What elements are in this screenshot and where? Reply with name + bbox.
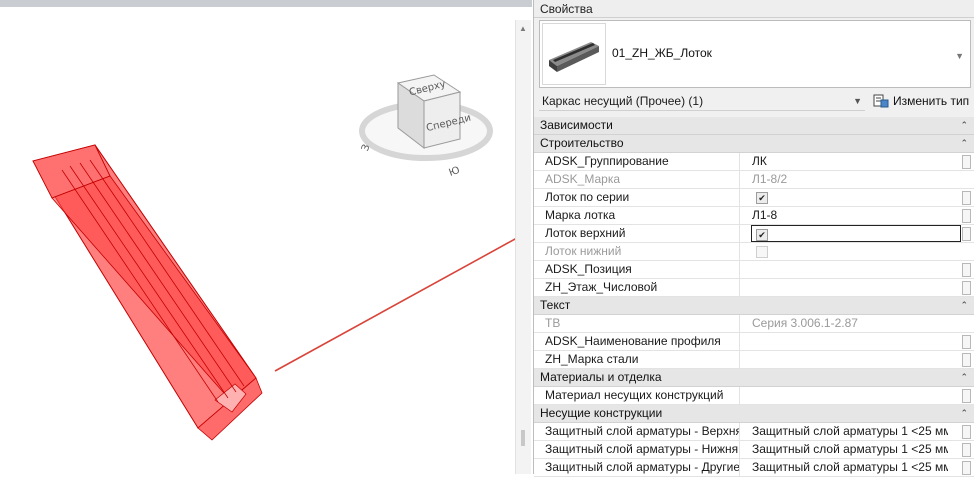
property-value[interactable]: [752, 261, 948, 278]
property-row[interactable]: ZH_Марка стали: [534, 351, 974, 369]
collapse-icon[interactable]: ⌃: [960, 117, 968, 134]
edit-type-label: Изменить тип: [893, 94, 970, 108]
collapse-icon[interactable]: ⌃: [960, 369, 968, 386]
associate-parameter-button[interactable]: [962, 389, 971, 403]
property-row[interactable]: ADSK_Группирование ЛК: [534, 153, 974, 171]
property-name: Защитный слой арматуры - Другие...: [534, 459, 740, 476]
category-label: Строительство: [540, 136, 624, 150]
checkbox-checked[interactable]: ✔: [756, 192, 768, 204]
property-value[interactable]: Л1-8: [752, 207, 948, 224]
property-row[interactable]: ТВ Серия 3.006.1-2.87: [534, 315, 974, 333]
category-label: Текст: [540, 298, 571, 312]
property-category[interactable]: Материалы и отделка ⌃: [534, 369, 974, 387]
property-name: ADSK_Наименование профиля: [534, 333, 740, 350]
associate-parameter-button[interactable]: [962, 461, 971, 475]
property-name: Защитный слой арматуры - Нижня...: [534, 441, 740, 458]
property-name: ADSK_Группирование: [534, 153, 740, 170]
view-cube[interactable]: Сверху Спереди З Ю: [359, 74, 493, 179]
associate-parameter-button[interactable]: [962, 443, 971, 457]
type-thumbnail: [542, 23, 606, 85]
scroll-grip[interactable]: [521, 430, 525, 446]
properties-title: Свойства: [534, 0, 974, 18]
property-name: ADSK_Марка: [534, 171, 740, 188]
checkbox-unchecked: [756, 246, 768, 258]
property-value[interactable]: ✔: [752, 189, 948, 206]
property-row[interactable]: Лоток верхний ✔: [534, 225, 974, 243]
associate-parameter-button[interactable]: [962, 263, 971, 277]
property-value[interactable]: ✔: [751, 225, 961, 242]
property-row[interactable]: Лоток нижний: [534, 243, 974, 261]
type-selector[interactable]: 01_ZH_ЖБ_Лоток ▼: [539, 20, 971, 88]
property-row[interactable]: ADSK_Наименование профиля: [534, 333, 974, 351]
property-row[interactable]: ADSK_Марка Л1-8/2: [534, 171, 974, 189]
property-value: [752, 243, 948, 260]
collapse-icon[interactable]: ⌃: [960, 135, 968, 152]
property-value[interactable]: Защитный слой арматуры 1 <25 мм>: [752, 459, 948, 476]
property-name: ZH_Этаж_Числовой: [534, 279, 740, 296]
scroll-up-icon[interactable]: ▲: [519, 24, 527, 33]
property-grid: Зависимости ⌃ Строительство ⌃ ADSK_Группиров…: [534, 117, 974, 477]
collapse-icon[interactable]: ⌃: [960, 405, 968, 422]
property-category[interactable]: Зависимости ⌃: [534, 117, 974, 135]
property-value[interactable]: ЛК: [752, 153, 948, 170]
associate-parameter-button[interactable]: [962, 191, 971, 205]
annotation-arrow: [274, 238, 515, 372]
checkbox-checked[interactable]: ✔: [756, 229, 768, 241]
category-label: Материалы и отделка: [540, 370, 662, 384]
property-row[interactable]: ZH_Этаж_Числовой: [534, 279, 974, 297]
property-row[interactable]: Защитный слой арматуры - Верхня... Защитн…: [534, 423, 974, 441]
category-label: Несущие конструкции: [540, 406, 663, 420]
associate-parameter-button[interactable]: [962, 425, 971, 439]
property-row[interactable]: Защитный слой арматуры - Другие... Защитн…: [534, 459, 974, 477]
edit-type-icon: [873, 94, 889, 108]
property-value[interactable]: Защитный слой арматуры 1 <25 мм>: [752, 423, 948, 440]
selected-tray-element[interactable]: [32, 144, 263, 441]
associate-parameter-button[interactable]: [962, 227, 971, 241]
property-name: Марка лотка: [534, 207, 740, 224]
property-name: Лоток по серии: [534, 189, 740, 206]
category-label: Зависимости: [540, 118, 613, 132]
associate-parameter-button[interactable]: [962, 281, 971, 295]
property-name: ТВ: [534, 315, 740, 332]
viewport-scrollbar[interactable]: ▲: [515, 20, 531, 474]
associate-parameter-button[interactable]: [962, 155, 971, 169]
property-row[interactable]: Материал несущих конструкций: [534, 387, 974, 405]
property-value: Серия 3.006.1-2.87: [752, 316, 858, 330]
property-name: ADSK_Позиция: [534, 261, 740, 278]
property-name: ZH_Марка стали: [534, 351, 740, 368]
property-value[interactable]: [752, 333, 948, 350]
property-row[interactable]: ADSK_Позиция: [534, 261, 974, 279]
associate-parameter-button[interactable]: [962, 353, 971, 367]
property-category[interactable]: Текст ⌃: [534, 297, 974, 315]
compass-south-label: Ю: [448, 165, 462, 179]
chevron-down-icon[interactable]: ▼: [853, 91, 862, 111]
instance-filter-dropdown[interactable]: Каркас несущий (Прочее) (1) ▼: [539, 91, 865, 111]
property-name: Материал несущих конструкций: [534, 387, 740, 404]
property-value[interactable]: [752, 387, 948, 404]
property-value[interactable]: Защитный слой арматуры 1 <25 мм>: [752, 441, 948, 458]
property-row[interactable]: Защитный слой арматуры - Нижня... Защитны…: [534, 441, 974, 459]
property-category[interactable]: Строительство ⌃: [534, 135, 974, 153]
property-name: Защитный слой арматуры - Верхня...: [534, 423, 740, 440]
collapse-icon[interactable]: ⌃: [960, 297, 968, 314]
instance-filter-row: Каркас несущий (Прочее) (1) ▼ Изменить т…: [539, 91, 971, 111]
property-row[interactable]: Лоток по серии ✔: [534, 189, 974, 207]
property-row[interactable]: Марка лотка Л1-8: [534, 207, 974, 225]
property-category[interactable]: Несущие конструкции ⌃: [534, 405, 974, 423]
property-value: Л1-8/2: [752, 172, 788, 186]
chevron-down-icon[interactable]: ▼: [955, 51, 964, 61]
instance-filter-label: Каркас несущий (Прочее) (1): [542, 94, 704, 108]
associate-parameter-button[interactable]: [962, 209, 971, 223]
associate-parameter-button[interactable]: [962, 335, 971, 349]
property-value[interactable]: [752, 351, 948, 368]
property-name: Лоток нижний: [534, 243, 740, 260]
property-value[interactable]: [752, 279, 948, 296]
property-name: Лоток верхний: [534, 225, 740, 242]
edit-type-button[interactable]: Изменить тип: [871, 91, 973, 111]
3d-viewport[interactable]: Сверху Спереди З Ю ▲: [0, 0, 532, 474]
viewport-canvas[interactable]: Сверху Спереди З Ю: [0, 0, 515, 474]
family-type-name: 01_ZH_ЖБ_Лоток: [612, 46, 712, 60]
